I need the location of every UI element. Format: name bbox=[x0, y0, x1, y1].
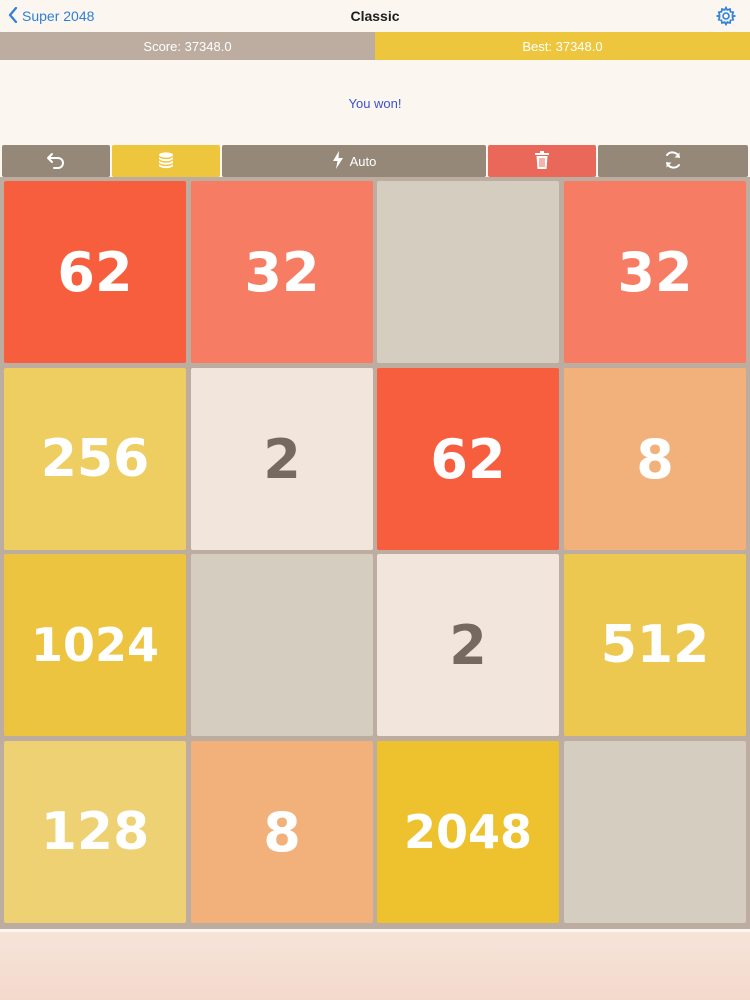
tile-value: 512 bbox=[600, 615, 710, 675]
best-score-display: Best: 37348.0 bbox=[375, 32, 750, 60]
tile-32: 32 bbox=[191, 181, 373, 363]
tile-2048: 2048 bbox=[377, 741, 559, 923]
tile-value: 62 bbox=[57, 240, 133, 304]
game-board[interactable]: 62 32 32 256 2 62 8 1024 2 512 128 8 2048 bbox=[0, 177, 750, 929]
tile-8: 8 bbox=[564, 368, 746, 550]
auto-button[interactable]: Auto bbox=[222, 145, 486, 177]
tile-62: 62 bbox=[4, 181, 186, 363]
score-display: Score: 37348.0 bbox=[0, 32, 375, 60]
tile-8: 8 bbox=[191, 741, 373, 923]
nav-bar: Super 2048 Classic bbox=[0, 0, 750, 32]
tile-value: 256 bbox=[40, 429, 150, 489]
tile-value: 62 bbox=[430, 427, 506, 491]
tile-value: 32 bbox=[617, 240, 693, 304]
tile-2: 2 bbox=[377, 554, 559, 736]
tile-1024: 1024 bbox=[4, 554, 186, 736]
tile-32: 32 bbox=[564, 181, 746, 363]
auto-button-label: Auto bbox=[349, 153, 377, 169]
tile-62: 62 bbox=[377, 368, 559, 550]
tile-value: 8 bbox=[263, 800, 301, 864]
trash-icon bbox=[534, 150, 550, 172]
tile-2: 2 bbox=[191, 368, 373, 550]
settings-button[interactable] bbox=[715, 5, 737, 27]
undo-button[interactable] bbox=[2, 145, 110, 177]
restart-button[interactable] bbox=[598, 145, 748, 177]
coins-button[interactable] bbox=[112, 145, 220, 177]
tile-value: 2 bbox=[263, 427, 301, 491]
tile-value: 1024 bbox=[30, 618, 160, 672]
tile-value: 32 bbox=[244, 240, 320, 304]
status-message: You won! bbox=[348, 96, 402, 111]
tile-value: 2048 bbox=[403, 805, 533, 859]
empty-cell bbox=[377, 181, 559, 363]
empty-cell bbox=[564, 741, 746, 923]
tile-128: 128 bbox=[4, 741, 186, 923]
refresh-icon bbox=[663, 150, 683, 173]
score-bar: Score: 37348.0 Best: 37348.0 bbox=[0, 32, 750, 60]
lightning-icon bbox=[332, 150, 344, 172]
empty-cell bbox=[191, 554, 373, 736]
tile-value: 128 bbox=[40, 802, 150, 862]
toolbar: Auto bbox=[2, 145, 748, 177]
tile-512: 512 bbox=[564, 554, 746, 736]
gear-icon bbox=[715, 5, 737, 30]
tile-value: 2 bbox=[449, 613, 487, 677]
page-title: Classic bbox=[350, 8, 400, 24]
coins-icon bbox=[157, 151, 175, 172]
tile-value: 8 bbox=[636, 427, 674, 491]
tile-256: 256 bbox=[4, 368, 186, 550]
undo-icon bbox=[46, 151, 66, 172]
trash-button[interactable] bbox=[488, 145, 596, 177]
footer-strip bbox=[0, 932, 750, 1000]
